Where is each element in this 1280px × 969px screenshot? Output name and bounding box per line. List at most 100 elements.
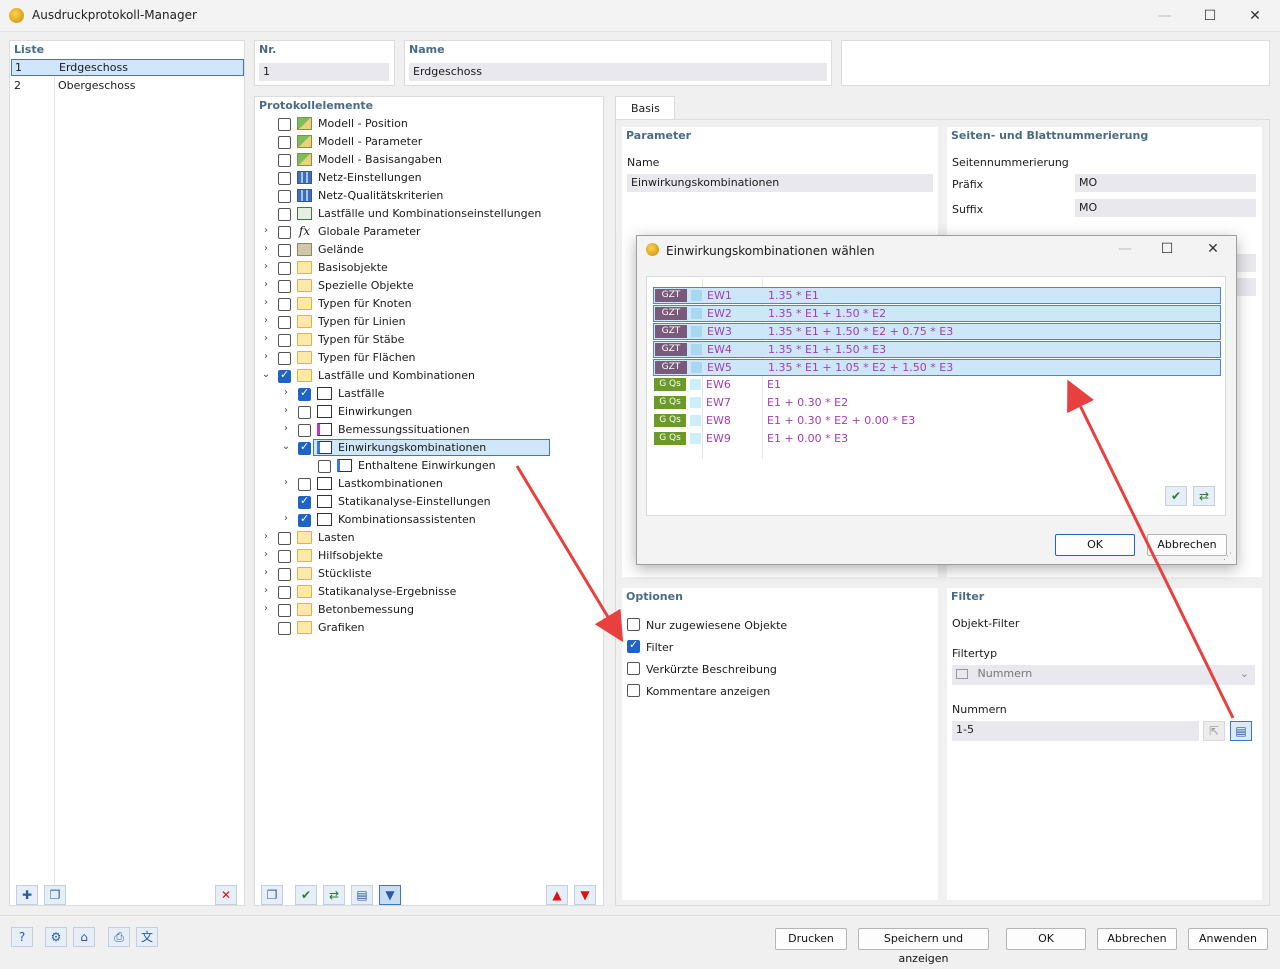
- combo-row[interactable]: GZT EW1 1.35 * E1: [653, 287, 1221, 304]
- chevron-right-icon[interactable]: ›: [261, 351, 271, 362]
- close-icon[interactable]: ✕: [1240, 6, 1270, 26]
- combo-row[interactable]: GZT EW4 1.35 * E1 + 1.50 * E3: [653, 341, 1221, 358]
- tree-item-checkbox[interactable]: [278, 532, 291, 545]
- tree-item[interactable]: › Typen für Flächen: [255, 349, 575, 367]
- chevron-right-icon[interactable]: ›: [261, 603, 271, 614]
- tree-item-checkbox[interactable]: [278, 568, 291, 581]
- praefix-field[interactable]: MO: [1075, 174, 1256, 192]
- tree-item[interactable]: › Hilfsobjekte: [255, 547, 575, 565]
- kommentare-checkbox[interactable]: [627, 684, 640, 697]
- model-icon[interactable]: ⌂: [73, 927, 95, 947]
- tree-item[interactable]: › Lastkombinationen: [255, 475, 575, 493]
- new-item-icon[interactable]: ✚: [16, 885, 38, 905]
- nr-field[interactable]: 1: [259, 63, 389, 81]
- language-icon[interactable]: 文: [136, 927, 158, 947]
- chevron-right-icon[interactable]: ›: [261, 261, 271, 272]
- tree-item-checkbox[interactable]: [278, 280, 291, 293]
- chevron-right-icon[interactable]: ›: [261, 333, 271, 344]
- tree-item-checkbox[interactable]: [278, 226, 291, 239]
- tree-item-checkbox[interactable]: [278, 208, 291, 221]
- tree-item[interactable]: › Kombinationsassistenten: [255, 511, 575, 529]
- tree-item[interactable]: › Lasten: [255, 529, 575, 547]
- tree-item[interactable]: › fx Globale Parameter: [255, 223, 575, 241]
- tree-item-checkbox[interactable]: [298, 512, 311, 527]
- uncheck-all-icon[interactable]: ⇄: [323, 885, 345, 905]
- combo-row[interactable]: G Qs EW7 E1 + 0.30 * E2: [653, 395, 1221, 412]
- maximize-icon[interactable]: ☐: [1195, 6, 1225, 26]
- units-icon[interactable]: ⚙: [45, 927, 67, 947]
- tree-item-checkbox[interactable]: [278, 298, 291, 311]
- tree-item-checkbox[interactable]: [298, 406, 311, 419]
- help-icon[interactable]: ?: [11, 927, 33, 947]
- chevron-right-icon[interactable]: ›: [261, 225, 271, 236]
- combo-row[interactable]: GZT EW3 1.35 * E1 + 1.50 * E2 + 0.75 * E3: [653, 323, 1221, 340]
- dialog-minimize-icon[interactable]: —: [1110, 239, 1140, 259]
- tree-item[interactable]: › Spezielle Objekte: [255, 277, 575, 295]
- tree-item[interactable]: ⌄ Lastfälle und Kombinationen: [255, 367, 575, 385]
- tree-item-checkbox[interactable]: [278, 154, 291, 167]
- check-all-icon[interactable]: ✔: [295, 885, 317, 905]
- verkuerzt-checkbox[interactable]: [627, 662, 640, 675]
- parameter-name-field[interactable]: Einwirkungskombinationen: [627, 174, 933, 192]
- tree-item-checkbox[interactable]: [278, 262, 291, 275]
- tree-item[interactable]: Netz-Qualitätskriterien: [255, 187, 575, 205]
- comment-panel[interactable]: [841, 40, 1270, 86]
- combo-row[interactable]: G Qs EW9 E1 + 0.00 * E3: [653, 431, 1221, 448]
- dialog-close-icon[interactable]: ✕: [1198, 239, 1228, 259]
- resize-grip-icon[interactable]: ⋰: [1223, 552, 1232, 562]
- tree-item-checkbox[interactable]: [278, 334, 291, 347]
- tree-item[interactable]: › Lastfälle: [255, 385, 575, 403]
- move-down-icon[interactable]: ▼: [574, 885, 596, 905]
- tree-item-checkbox[interactable]: [278, 136, 291, 149]
- tree-item[interactable]: › Basisobjekte: [255, 259, 575, 277]
- dialog-ok-button[interactable]: OK: [1055, 534, 1135, 556]
- tree-item[interactable]: Modell - Basisangaben: [255, 151, 575, 169]
- nummern-field[interactable]: 1-5: [952, 721, 1199, 741]
- tree-item[interactable]: › Bemessungssituationen: [255, 421, 575, 439]
- tree-item[interactable]: Lastfälle und Kombinationseinstellungen: [255, 205, 575, 223]
- nur-zugewiesene-checkbox[interactable]: [627, 618, 640, 631]
- chevron-right-icon[interactable]: ›: [281, 513, 291, 524]
- tree-item-checkbox[interactable]: [278, 316, 291, 329]
- combo-row[interactable]: G Qs EW8 E1 + 0.30 * E2 + 0.00 * E3: [653, 413, 1221, 430]
- combo-row[interactable]: GZT EW2 1.35 * E1 + 1.50 * E2: [653, 305, 1221, 322]
- chevron-right-icon[interactable]: ›: [281, 387, 291, 398]
- tree-item-checkbox[interactable]: [278, 622, 291, 635]
- tree-item[interactable]: › Gelände: [255, 241, 575, 259]
- tree-item[interactable]: › Typen für Linien: [255, 313, 575, 331]
- chevron-right-icon[interactable]: ›: [261, 243, 271, 254]
- ok-button[interactable]: OK: [1006, 928, 1086, 950]
- export-icon[interactable]: ▤: [351, 885, 373, 905]
- tree-item-checkbox[interactable]: [298, 440, 311, 455]
- select-list-icon[interactable]: ▤: [1230, 721, 1252, 741]
- combo-row[interactable]: G Qs EW6 E1: [653, 377, 1221, 394]
- copy-icon[interactable]: ❐: [261, 885, 283, 905]
- filter-icon[interactable]: ▼: [379, 885, 401, 905]
- chevron-right-icon[interactable]: ›: [261, 549, 271, 560]
- printer-icon[interactable]: ⎙: [108, 927, 130, 947]
- tree-item-checkbox[interactable]: [298, 424, 311, 437]
- chevron-down-icon[interactable]: ⌄: [261, 369, 271, 380]
- tree-item[interactable]: Modell - Parameter: [255, 133, 575, 151]
- list-item[interactable]: 1 Erdgeschoss: [11, 59, 244, 76]
- chevron-right-icon[interactable]: ›: [261, 531, 271, 542]
- delete-item-icon[interactable]: ✕: [215, 885, 237, 905]
- basis-tab[interactable]: Basis: [615, 96, 675, 120]
- chevron-right-icon[interactable]: ›: [261, 567, 271, 578]
- tree-item[interactable]: Netz-Einstellungen: [255, 169, 575, 187]
- tree-item[interactable]: › Statikanalyse-Ergebnisse: [255, 583, 575, 601]
- chevron-right-icon[interactable]: ›: [281, 477, 291, 488]
- name-field[interactable]: Erdgeschoss: [409, 63, 827, 81]
- tree-item[interactable]: Modell - Position: [255, 115, 575, 133]
- anwenden-button[interactable]: Anwenden: [1188, 928, 1268, 950]
- list-item[interactable]: 2 Obergeschoss: [11, 78, 244, 95]
- tree-item-checkbox[interactable]: [298, 494, 311, 509]
- abbrechen-button[interactable]: Abbrechen: [1097, 928, 1177, 950]
- tree-item-checkbox[interactable]: [278, 550, 291, 563]
- tree-item[interactable]: ⌄ Einwirkungskombinationen: [255, 439, 575, 457]
- dialog-maximize-icon[interactable]: ☐: [1152, 239, 1182, 259]
- suffix-field[interactable]: MO: [1075, 199, 1256, 217]
- pick-cursor-icon[interactable]: ⇱: [1203, 721, 1225, 741]
- tree-item-checkbox[interactable]: [278, 352, 291, 365]
- drucken-button[interactable]: Drucken: [775, 928, 847, 950]
